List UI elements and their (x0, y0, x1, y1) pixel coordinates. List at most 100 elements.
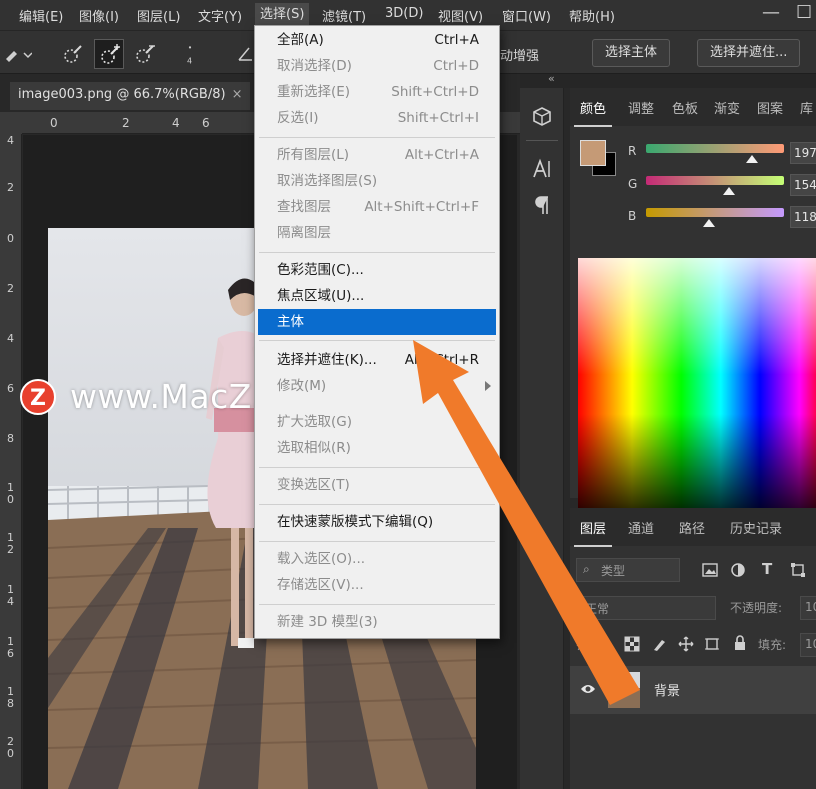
channel-g-slider[interactable] (646, 176, 784, 185)
menu-item-inverse[interactable]: 反选(I) Shift+Ctrl+I (255, 106, 499, 130)
lock-pixels-icon[interactable] (652, 636, 668, 652)
panel-collapse-bar[interactable]: « (520, 72, 816, 88)
layer-row[interactable]: 背景 (570, 666, 816, 714)
minimize-button[interactable]: — (762, 2, 780, 23)
tab-adjustments[interactable]: 调整 (628, 98, 654, 117)
menu-item-deselect-layers[interactable]: 取消选择图层(S) (255, 169, 499, 193)
foreground-color-swatch[interactable] (580, 140, 606, 166)
tab-libraries[interactable]: 库 (800, 98, 813, 117)
menu-help[interactable]: 帮助(H) (569, 6, 615, 25)
tab-channels[interactable]: 通道 (628, 518, 654, 537)
menu-item-save-selection[interactable]: 存储选区(V)... (255, 573, 499, 597)
channel-r-value[interactable]: 197 (790, 142, 816, 164)
menu-item-select-and-mask[interactable]: 选择并遮住(K)... Alt+Ctrl+R (255, 348, 499, 372)
channel-b-thumb[interactable] (703, 219, 716, 227)
menu-layer[interactable]: 图层(L) (137, 6, 180, 25)
menu-item-all-layers[interactable]: 所有图层(L) Alt+Ctrl+A (255, 143, 499, 167)
lock-position-icon[interactable] (678, 636, 694, 652)
menu-type[interactable]: 文字(Y) (198, 6, 242, 25)
maximize-button[interactable]: ☐ (796, 2, 812, 23)
menu-item-quick-mask[interactable]: 在快速蒙版模式下编辑(Q) (255, 510, 499, 534)
ruler-tick: 4 (7, 134, 14, 147)
channel-g-value[interactable]: 154 (790, 174, 816, 196)
opacity-field[interactable]: 10 (800, 596, 816, 620)
lock-all-icon[interactable] (732, 635, 748, 651)
tab-color[interactable]: 颜色 (573, 98, 613, 127)
tool-preset-icon[interactable] (2, 43, 32, 65)
layer-filter-select[interactable]: ⌕ 类型 (576, 558, 680, 582)
channel-b-value[interactable]: 118 (790, 206, 816, 228)
menu-view[interactable]: 视图(V) (438, 6, 483, 25)
blend-mode-select[interactable]: 正常 (576, 596, 716, 620)
menu-item-deselect[interactable]: 取消选择(D) Ctrl+D (255, 54, 499, 78)
tab-paths[interactable]: 路径 (679, 518, 705, 537)
search-icon: ⌕ (583, 562, 590, 576)
select-subject-button[interactable]: 选择主体 (592, 39, 671, 67)
menu-item-load-selection[interactable]: 载入选区(O)... (255, 547, 499, 571)
ruler-tick: 2 0 (7, 735, 14, 760)
channel-r-thumb[interactable] (746, 155, 759, 163)
image-filter-icon[interactable] (702, 562, 718, 578)
menu-item-isolate-layers[interactable]: 隔离图层 (255, 221, 499, 245)
layer-name[interactable]: 背景 (654, 680, 680, 699)
3d-cube-icon[interactable] (531, 106, 553, 128)
menu-item-modify[interactable]: 修改(M) (255, 374, 499, 398)
tab-history[interactable]: 历史记录 (730, 518, 782, 537)
eye-icon[interactable] (580, 683, 596, 695)
menu-edit[interactable]: 编辑(E) (19, 6, 63, 25)
menu-window[interactable]: 窗口(W) (502, 6, 551, 25)
menu-3d[interactable]: 3D(D) (385, 6, 423, 21)
close-tab-icon[interactable]: × (232, 87, 243, 102)
ruler-tick: 6 (7, 382, 14, 395)
lock-transparency-icon[interactable] (624, 636, 640, 652)
quick-select-icon[interactable] (62, 43, 84, 65)
ruler-corner (0, 112, 22, 134)
opacity-label: 不透明度: (730, 601, 783, 615)
type-filter-icon[interactable]: T (762, 560, 772, 578)
menu-filter[interactable]: 滤镜(T) (322, 6, 366, 25)
menu-item-transform-selection[interactable]: 变换选区(T) (255, 473, 499, 497)
quick-select-subtract-icon[interactable] (134, 43, 156, 65)
menu-separator (259, 504, 495, 505)
menu-select[interactable]: 选择(S) (255, 3, 310, 27)
panel-icon-strip (520, 88, 564, 789)
menu-item-color-range[interactable]: 色彩范围(C)... (255, 258, 499, 282)
menu-image[interactable]: 图像(I) (79, 6, 119, 25)
lock-label: 锁定: (576, 638, 605, 652)
tab-layers[interactable]: 图层 (573, 518, 613, 547)
menu-item-grow[interactable]: 扩大选取(G) (255, 410, 499, 434)
quick-select-add-icon (101, 44, 120, 64)
menu-item-subject[interactable]: 主体 (258, 309, 496, 335)
menu-item-find-layers[interactable]: 查找图层 Alt+Shift+Ctrl+F (255, 195, 499, 219)
paragraph-icon[interactable] (532, 194, 552, 216)
menu-item-similar[interactable]: 选取相似(R) (255, 436, 499, 460)
menu-item-reselect[interactable]: 重新选择(E) Shift+Ctrl+D (255, 80, 499, 104)
tab-patterns[interactable]: 图案 (757, 98, 783, 117)
menu-item-focus-area[interactable]: 焦点区域(U)... (255, 284, 499, 308)
add-to-selection-button[interactable] (94, 39, 124, 69)
channel-r-slider[interactable] (646, 144, 784, 153)
adjustment-filter-icon[interactable] (730, 562, 746, 578)
tab-gradients[interactable]: 渐变 (714, 98, 740, 117)
menu-separator (259, 252, 495, 253)
channel-b-slider[interactable] (646, 208, 784, 217)
lock-artboard-icon[interactable] (704, 636, 720, 652)
menu-separator (259, 340, 495, 341)
fill-field[interactable]: 10 (800, 633, 816, 657)
shape-filter-icon[interactable] (790, 562, 806, 578)
menu-item-all[interactable]: 全部(A) Ctrl+A (255, 28, 499, 52)
ruler-tick: 4 (172, 116, 180, 130)
tab-swatches[interactable]: 色板 (672, 98, 698, 117)
ruler-tick: 2 (122, 116, 130, 130)
collapse-chevron-icon[interactable]: « (548, 72, 555, 85)
brush-size-icon[interactable]: 4 (180, 43, 200, 65)
svg-text:4: 4 (187, 57, 192, 65)
color-spectrum[interactable] (578, 258, 816, 518)
document-tab-title: image003.png @ 66.7%(RGB/8) (18, 87, 226, 102)
character-icon[interactable] (531, 158, 553, 180)
ruler-tick: 6 (202, 116, 210, 130)
channel-g-thumb[interactable] (722, 187, 735, 195)
menu-item-new-3d-model[interactable]: 新建 3D 模型(3) (255, 610, 499, 634)
select-and-mask-button[interactable]: 选择并遮住... (697, 39, 801, 67)
document-tab[interactable]: image003.png @ 66.7%(RGB/8) × (10, 82, 251, 110)
